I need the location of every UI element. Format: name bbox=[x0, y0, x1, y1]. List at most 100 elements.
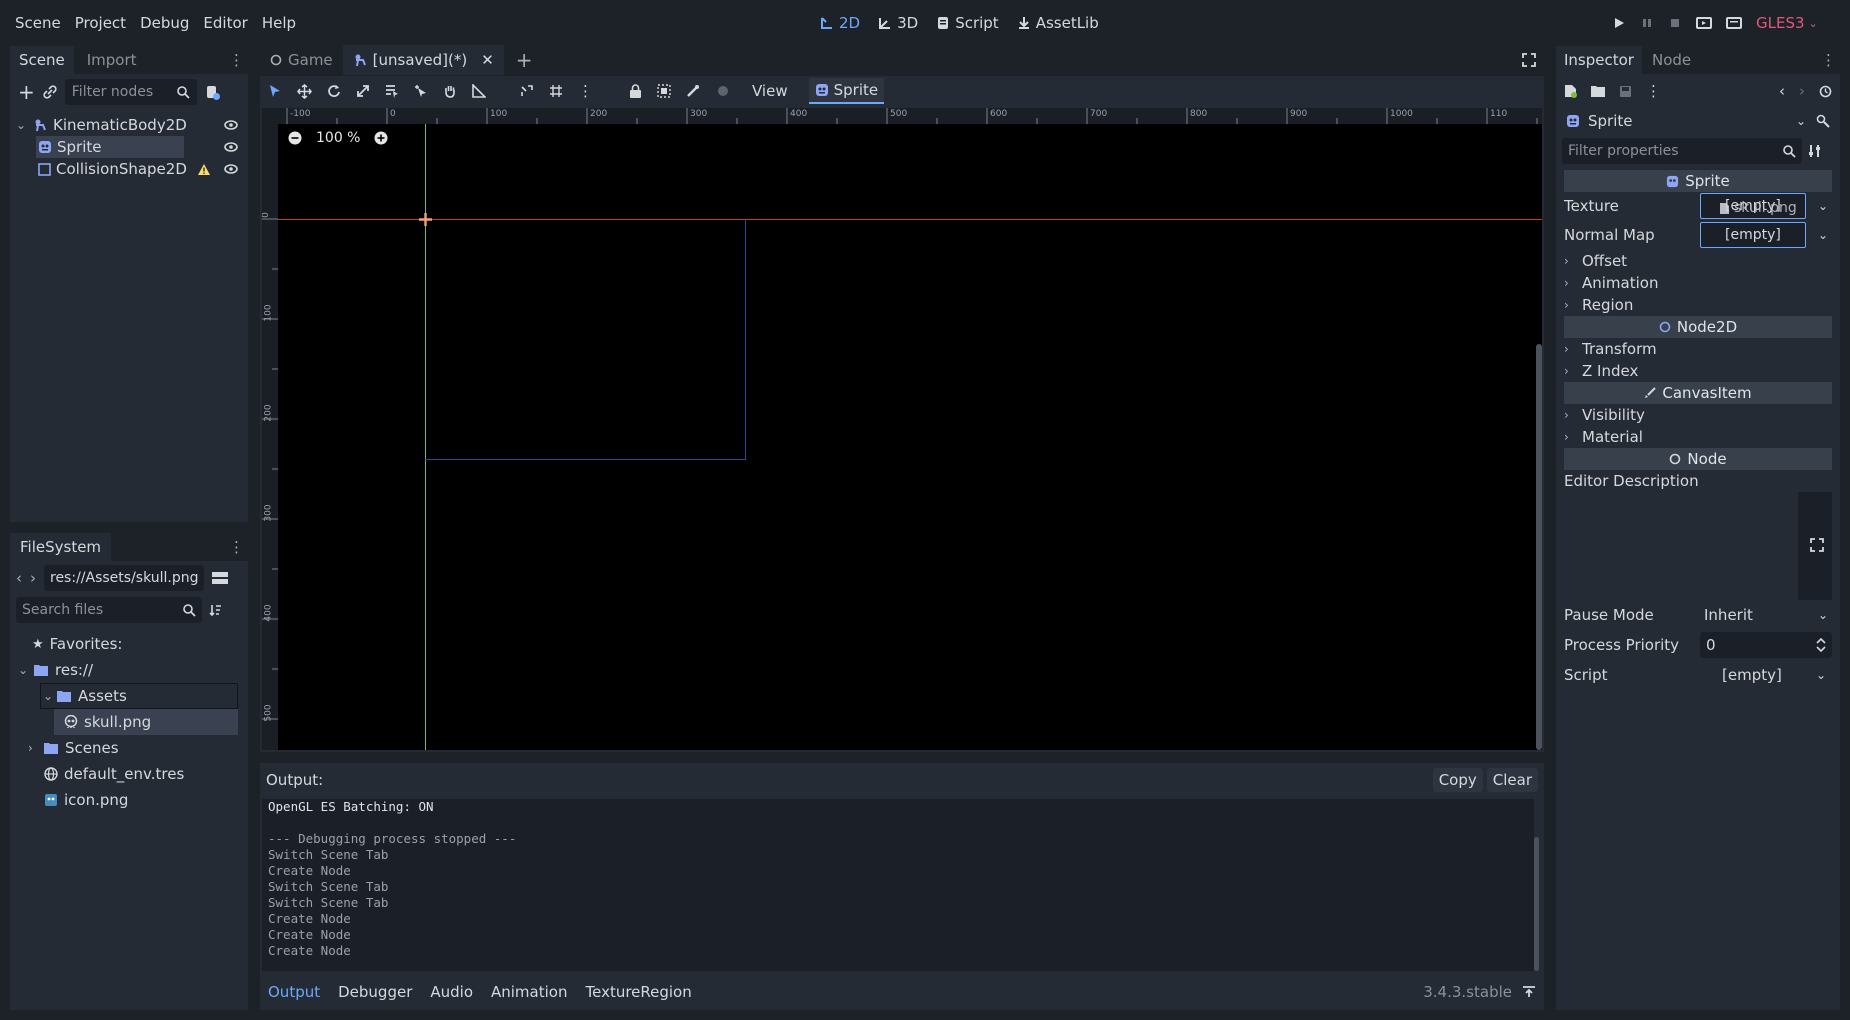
more-options-icon[interactable]: ⋮ bbox=[1646, 82, 1661, 100]
workspace-assetlib-button[interactable]: AssetLib bbox=[1017, 14, 1099, 32]
fs-item-skull[interactable]: skull.png bbox=[54, 709, 238, 735]
spinner-arrows-icon[interactable] bbox=[1816, 638, 1826, 652]
group-offset[interactable]: › Offset bbox=[1564, 250, 1832, 272]
output-log[interactable]: OpenGL ES Batching: ON --- Debugging pro… bbox=[262, 799, 1539, 971]
group-z-index[interactable]: › Z Index bbox=[1564, 360, 1832, 382]
renderer-select[interactable]: GLES3 ⌄ bbox=[1756, 14, 1818, 32]
split-view-icon[interactable] bbox=[212, 571, 228, 585]
tab-filesystem[interactable]: FileSystem bbox=[10, 533, 112, 561]
object-selector[interactable]: Sprite ⌄ bbox=[1562, 108, 1810, 134]
normal-map-value-field[interactable]: [empty] bbox=[1700, 222, 1806, 248]
tab-unsaved[interactable]: [unsaved](*) ✕ bbox=[342, 45, 504, 75]
tree-node-sprite[interactable]: Sprite bbox=[10, 136, 248, 158]
dock-menu-icon[interactable]: ⋮ bbox=[1821, 51, 1836, 69]
expand-icon[interactable] bbox=[1810, 538, 1824, 552]
close-icon[interactable]: ✕ bbox=[481, 51, 494, 69]
visibility-eye-icon[interactable] bbox=[224, 164, 238, 174]
group-region[interactable]: › Region bbox=[1564, 294, 1832, 316]
group-animation[interactable]: › Animation bbox=[1564, 272, 1832, 294]
sort-icon[interactable] bbox=[208, 603, 222, 617]
fs-item-scenes[interactable]: › Scenes bbox=[10, 735, 248, 761]
dock-menu-icon[interactable]: ⋮ bbox=[229, 51, 244, 69]
open-resource-icon[interactable] bbox=[1591, 85, 1605, 97]
play-custom-scene-icon[interactable] bbox=[1726, 16, 1742, 30]
add-node-icon[interactable]: + bbox=[18, 80, 35, 104]
menu-editor[interactable]: Editor bbox=[196, 14, 254, 32]
pivot-tool-icon[interactable] bbox=[414, 84, 428, 98]
camera-override-icon[interactable] bbox=[715, 84, 731, 98]
grid-snap-icon[interactable] bbox=[549, 84, 563, 98]
fs-item-res[interactable]: ⌄ res:// bbox=[10, 657, 248, 683]
pause-mode-select[interactable]: Inherit ⌄ bbox=[1700, 602, 1832, 628]
tab-output[interactable]: Output bbox=[268, 983, 320, 1001]
sprite-menu[interactable]: Sprite bbox=[808, 78, 885, 104]
snap-options-icon[interactable]: ⋮ bbox=[578, 82, 593, 100]
tree-node-collisionshape2d[interactable]: CollisionShape2D bbox=[10, 158, 248, 180]
tab-inspector[interactable]: Inspector bbox=[1556, 46, 1642, 74]
dock-menu-icon[interactable]: ⋮ bbox=[229, 538, 244, 556]
zoom-reset-button[interactable]: 100 % bbox=[316, 130, 360, 146]
scale-tool-icon[interactable] bbox=[356, 84, 370, 98]
visibility-eye-icon[interactable] bbox=[224, 142, 238, 152]
chevron-down-icon[interactable]: ⌄ bbox=[1818, 199, 1828, 213]
tab-game[interactable]: Game bbox=[260, 45, 343, 75]
pin-panel-icon[interactable] bbox=[1522, 986, 1536, 998]
tree-node-kinematicbody2d[interactable]: ⌄ KinematicBody2D bbox=[10, 114, 248, 136]
warning-icon[interactable] bbox=[197, 163, 211, 176]
group-transform[interactable]: › Transform bbox=[1564, 338, 1832, 360]
play-scene-icon[interactable] bbox=[1696, 16, 1712, 30]
workspace-3d-button[interactable]: 3D bbox=[878, 14, 918, 32]
tab-audio[interactable]: Audio bbox=[430, 983, 473, 1001]
tab-scene[interactable]: Scene bbox=[10, 46, 74, 74]
add-tab-icon[interactable]: + bbox=[516, 48, 533, 72]
menu-scene[interactable]: Scene bbox=[8, 14, 68, 32]
menu-help[interactable]: Help bbox=[255, 14, 303, 32]
pan-tool-icon[interactable] bbox=[443, 84, 457, 98]
tab-debugger[interactable]: Debugger bbox=[338, 983, 412, 1001]
filter-nodes-input[interactable]: Filter nodes bbox=[64, 79, 197, 105]
new-resource-icon[interactable] bbox=[1564, 84, 1577, 98]
fs-item-default-env[interactable]: default_env.tres bbox=[10, 761, 248, 787]
fs-item-favorites[interactable]: ★ Favorites: bbox=[10, 631, 248, 657]
smart-snap-icon[interactable] bbox=[520, 84, 534, 98]
chevron-down-icon[interactable]: ⌄ bbox=[43, 689, 53, 703]
tab-animation[interactable]: Animation bbox=[491, 983, 567, 1001]
chevron-down-icon[interactable]: ⌄ bbox=[1818, 228, 1828, 242]
object-properties-icon[interactable] bbox=[1816, 114, 1830, 128]
zoom-in-icon[interactable] bbox=[374, 131, 388, 145]
script-value-field[interactable]: [empty] ⌄ bbox=[1700, 662, 1832, 688]
texture-value-field[interactable]: [empty] skull.png bbox=[1700, 193, 1806, 219]
chevron-down-icon[interactable]: ⌄ bbox=[18, 663, 30, 677]
filter-properties-input[interactable]: Filter properties bbox=[1562, 138, 1802, 164]
editor-description-textarea[interactable] bbox=[1564, 492, 1832, 600]
stop-icon[interactable] bbox=[1668, 16, 1682, 30]
history-forward-icon[interactable]: › bbox=[1799, 82, 1805, 100]
group-icon[interactable] bbox=[657, 84, 671, 98]
attach-script-icon[interactable] bbox=[205, 85, 220, 100]
select-tool-icon[interactable] bbox=[268, 84, 282, 98]
tab-node[interactable]: Node bbox=[1642, 51, 1701, 69]
tab-textureregion[interactable]: TextureRegion bbox=[585, 983, 691, 1001]
visibility-eye-icon[interactable] bbox=[224, 120, 238, 130]
history-back-icon[interactable]: ‹ bbox=[1779, 82, 1785, 100]
workspace-script-button[interactable]: Script bbox=[936, 14, 999, 32]
play-icon[interactable] bbox=[1612, 16, 1626, 30]
group-visibility[interactable]: › Visibility bbox=[1564, 404, 1832, 426]
fs-item-icon-png[interactable]: icon.png bbox=[10, 787, 248, 813]
clear-button[interactable]: Clear bbox=[1486, 768, 1538, 792]
viewport-2d[interactable]: -100 0 100 200 300 400 500 600 700 800 9… bbox=[260, 106, 1544, 752]
rotate-tool-icon[interactable] bbox=[327, 84, 341, 98]
move-tool-icon[interactable] bbox=[297, 83, 312, 99]
menu-project[interactable]: Project bbox=[68, 14, 133, 32]
viewport-scrollbar[interactable] bbox=[1536, 344, 1542, 750]
pause-icon[interactable] bbox=[1640, 16, 1654, 30]
list-select-icon[interactable] bbox=[385, 84, 399, 98]
distraction-free-icon[interactable] bbox=[1522, 53, 1536, 67]
tab-import[interactable]: Import bbox=[74, 51, 150, 69]
path-field[interactable]: res://Assets/skull.png bbox=[44, 565, 204, 591]
forward-icon[interactable]: › bbox=[30, 569, 36, 587]
ruler-tool-icon[interactable] bbox=[472, 84, 486, 98]
instance-scene-icon[interactable] bbox=[43, 85, 57, 99]
search-files-input[interactable]: Search files bbox=[16, 597, 202, 623]
chevron-right-icon[interactable]: › bbox=[28, 741, 40, 755]
